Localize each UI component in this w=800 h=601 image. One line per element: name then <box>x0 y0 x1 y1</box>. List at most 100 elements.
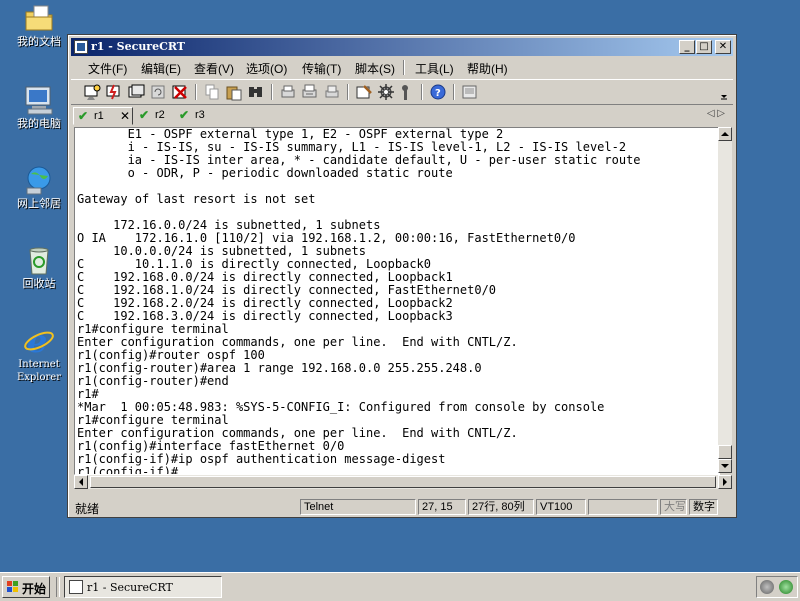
toolbar-separator <box>271 84 273 100</box>
help-icon[interactable]: ? <box>429 83 447 101</box>
terminal-line: Enter configuration commands, one per li… <box>77 335 518 349</box>
terminal-line: i - IS-IS, su - IS-IS summary, L1 - IS-I… <box>77 140 627 154</box>
menu-edit[interactable]: 编辑(E) <box>141 60 181 77</box>
terminal-line: r1# <box>77 387 99 401</box>
terminal-line: C 192.168.0.0/24 is directly connected, … <box>77 270 453 284</box>
minimize-button[interactable]: _ <box>679 40 695 54</box>
window-title: r1 - SecureCRT <box>91 40 185 53</box>
status-text: 就绪 <box>75 502 100 516</box>
terminal-line: r1#configure terminal <box>77 413 229 427</box>
desktop-icon-recycle-bin[interactable]: 回收站 <box>8 244 70 291</box>
maximize-button[interactable]: □ <box>696 40 712 54</box>
recycle-bin-icon <box>22 244 56 276</box>
keymap-icon[interactable] <box>397 83 415 101</box>
print-setup-icon[interactable] <box>323 83 341 101</box>
close-tab-icon[interactable]: ✕ <box>120 109 130 123</box>
menu-file[interactable]: 文件(F) <box>88 60 127 77</box>
copy-icon[interactable] <box>203 83 221 101</box>
tab-scroll-arrows-icon[interactable]: ◁ ▷ <box>707 108 725 119</box>
desktop-icon-network-places[interactable]: 网上邻居 <box>8 164 70 211</box>
toolbar-separator <box>347 84 349 100</box>
tab-r1[interactable]: ✔ r1 ✕ <box>73 107 133 125</box>
horizontal-scrollbar[interactable] <box>74 475 732 489</box>
status-terminal-size: 27行, 80列 <box>468 499 534 515</box>
terminal-output: E1 - OSPF external type 1, E2 - OSPF ext… <box>77 127 641 474</box>
reconnect-icon[interactable] <box>149 83 167 101</box>
terminal-line: *Mar 1 00:05:48.983: %SYS-5-CONFIG_I: Co… <box>77 400 605 414</box>
terminal-line: Gateway of last resort is not set <box>77 192 316 206</box>
tab-label: r2 <box>155 109 165 121</box>
status-caps-lock: 大写 <box>660 499 687 515</box>
terminal-line: C 192.168.1.0/24 is directly connected, … <box>77 283 497 297</box>
scroll-right-button[interactable] <box>718 475 732 489</box>
menu-transfer[interactable]: 传输(T) <box>302 60 341 77</box>
sftp-icon[interactable] <box>461 83 479 101</box>
my-documents-icon <box>22 2 56 34</box>
connect-icon[interactable] <box>83 83 101 101</box>
taskbar-separator <box>56 577 60 597</box>
system-tray <box>756 576 798 598</box>
terminal-screen[interactable]: E1 - OSPF external type 1, E2 - OSPF ext… <box>74 127 720 475</box>
horizontal-scroll-thumb[interactable] <box>90 476 716 488</box>
terminal-line: r1(config-router)#end <box>77 374 229 388</box>
terminal-line: o - ODR, P - periodic downloaded static … <box>77 166 453 180</box>
taskbar-button-label: r1 - SecureCRT <box>87 581 173 594</box>
start-label: 开始 <box>22 582 47 596</box>
network-places-icon <box>22 164 56 196</box>
toolbar-separator <box>195 84 197 100</box>
disconnect-icon[interactable] <box>171 83 189 101</box>
close-button[interactable]: ✕ <box>715 40 731 54</box>
app-icon <box>69 580 83 594</box>
toolbar-separator <box>421 84 423 100</box>
desktop-icon-my-computer[interactable]: 我的电脑 <box>8 84 70 131</box>
tab-r3[interactable]: ✔ r3 <box>175 107 215 125</box>
status-emulation: VT100 <box>536 499 586 515</box>
tray-speaker-icon[interactable] <box>760 580 774 594</box>
tray-network-icon[interactable] <box>779 580 793 594</box>
global-options-icon[interactable] <box>377 83 395 101</box>
toolbar: ? <box>71 79 733 105</box>
scroll-left-button[interactable] <box>74 475 88 489</box>
desktop-icon-my-documents[interactable]: 我的文档 <box>8 2 70 49</box>
connected-check-icon: ✔ <box>78 109 89 123</box>
connect-in-tab-icon[interactable] <box>127 83 145 101</box>
print-selection-icon[interactable] <box>301 83 319 101</box>
desktop-icon-label: 我的电脑 <box>17 118 61 130</box>
terminal-line: E1 - OSPF external type 1, E2 - OSPF ext… <box>77 127 504 141</box>
terminal-line: 10.0.0.0/24 is subnetted, 1 subnets <box>77 244 366 258</box>
desktop-icon-internet-explorer[interactable]: e Internet Explorer <box>8 322 70 384</box>
quick-connect-icon[interactable] <box>105 83 123 101</box>
securecrt-window: r1 - SecureCRT _ □ ✕ 文件(F) 编辑(E) 查看(V) 选… <box>67 34 737 518</box>
toolbar-separator <box>453 84 455 100</box>
status-cursor-position: 27, 15 <box>418 499 466 515</box>
paste-icon[interactable] <box>225 83 243 101</box>
find-icon[interactable] <box>247 83 265 101</box>
scroll-up-button[interactable] <box>718 127 732 141</box>
toolbar-overflow-icon[interactable] <box>719 83 729 101</box>
menu-options[interactable]: 选项(O) <box>246 60 287 77</box>
menu-tools[interactable]: 工具(L) <box>415 60 454 77</box>
start-button[interactable]: 开始 <box>2 576 50 598</box>
taskbar: 开始 r1 - SecureCRT <box>0 572 800 601</box>
desktop-icon-label: Internet Explorer <box>16 359 62 383</box>
vertical-scrollbar[interactable] <box>718 127 732 473</box>
desktop-icon-label: 回收站 <box>22 278 56 290</box>
windows-logo-icon <box>7 581 19 593</box>
terminal-line: O IA 172.16.1.0 [110/2] via 192.168.1.2,… <box>77 231 576 245</box>
connected-check-icon: ✔ <box>139 108 150 122</box>
menu-script[interactable]: 脚本(S) <box>355 60 395 77</box>
scroll-down-button[interactable] <box>718 459 732 473</box>
scroll-thumb[interactable] <box>718 445 732 459</box>
terminal-line: r1#configure terminal <box>77 322 229 336</box>
internet-explorer-icon: e <box>22 322 56 360</box>
title-bar[interactable]: r1 - SecureCRT _ □ ✕ <box>71 38 733 56</box>
tab-r2[interactable]: ✔ r2 <box>135 107 175 125</box>
session-options-icon[interactable] <box>355 83 373 101</box>
terminal-line: Enter configuration commands, one per li… <box>77 426 518 440</box>
taskbar-button-securecrt[interactable]: r1 - SecureCRT <box>64 576 222 598</box>
menu-help[interactable]: 帮助(H) <box>467 60 508 77</box>
print-icon[interactable] <box>279 83 297 101</box>
tab-label: r3 <box>195 109 205 121</box>
app-icon[interactable] <box>74 40 88 54</box>
menu-view[interactable]: 查看(V) <box>194 60 234 77</box>
